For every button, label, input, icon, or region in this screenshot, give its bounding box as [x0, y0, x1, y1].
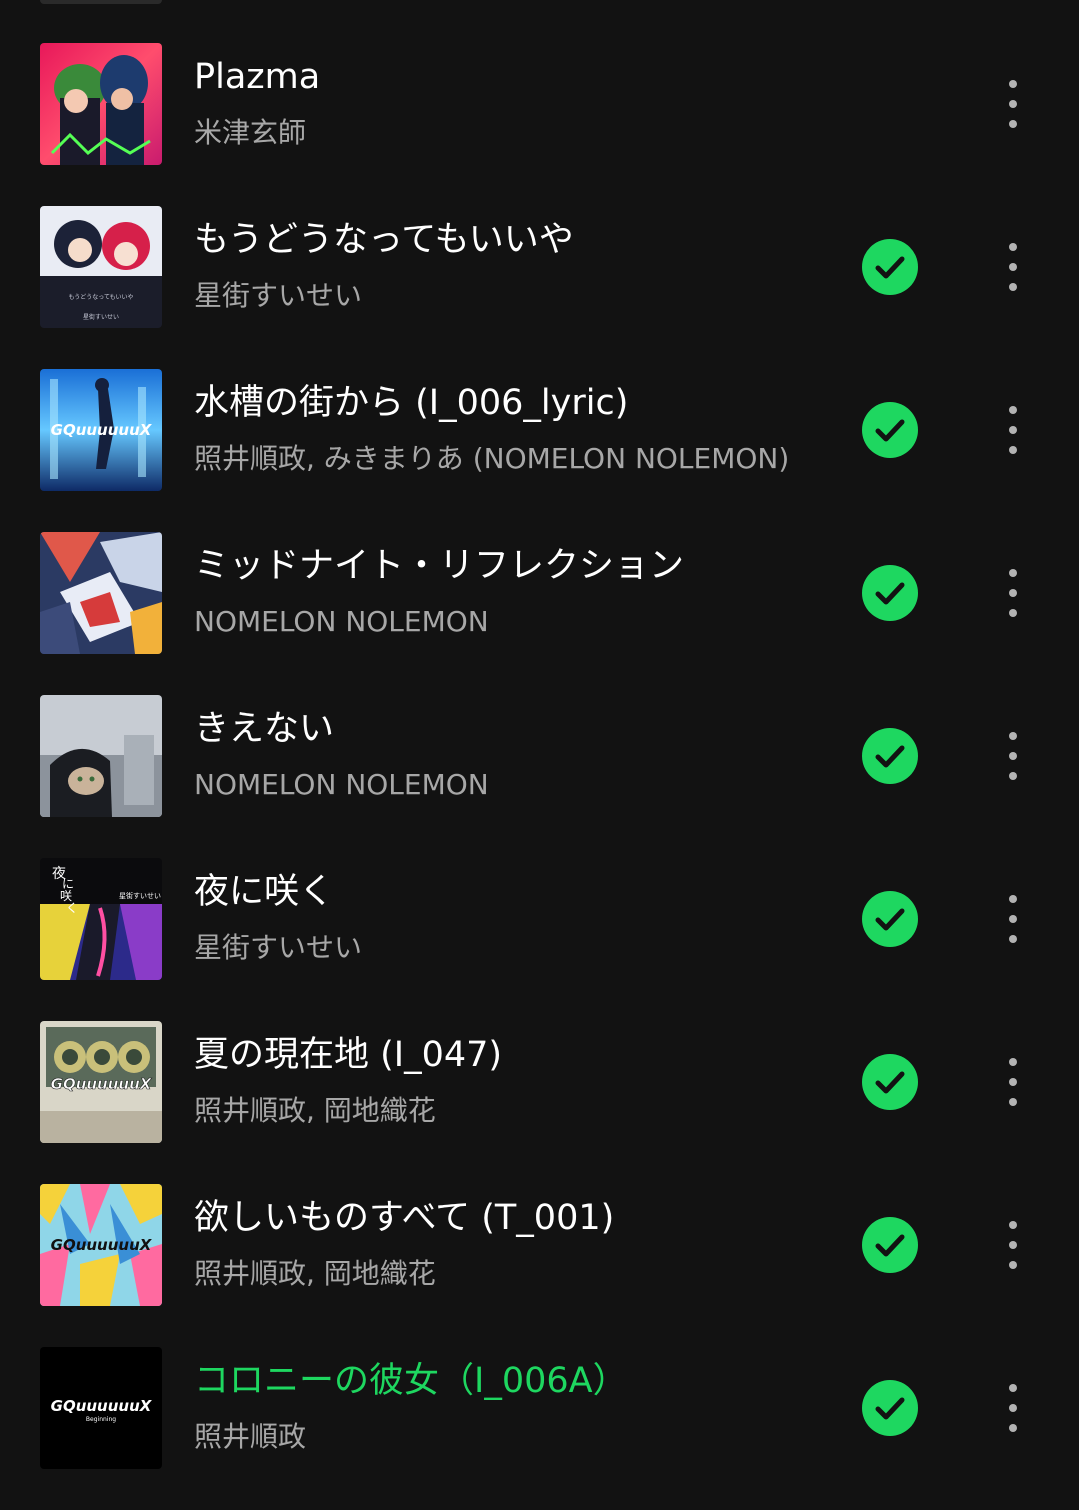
more-vertical-icon — [1009, 1221, 1017, 1229]
track-title: Plazma — [194, 57, 321, 97]
more-vertical-icon-dot — [1009, 589, 1017, 597]
album-art-moudounattemoiiya-icon: もうどうなってもいいや 星街すいせい — [40, 206, 162, 328]
more-vertical-icon-dot — [1009, 609, 1017, 617]
downloaded-icon — [862, 565, 918, 621]
track-row[interactable]: GQuuuuuuX 夏の現在地 (I_047) 照井順政, 岡地織花 — [0, 1021, 1079, 1184]
more-vertical-icon — [1009, 1384, 1017, 1392]
track-title: 夏の現在地 (I_047) — [194, 1035, 503, 1075]
downloaded-icon — [862, 239, 918, 295]
more-vertical-icon-dot — [1009, 283, 1017, 291]
album-cover: GQuuuuuuX — [40, 1184, 162, 1306]
cover-logo-text: GQuuuuuuX — [51, 1397, 153, 1415]
more-vertical-icon-dot — [1009, 772, 1017, 780]
more-options-button[interactable] — [992, 400, 1034, 460]
album-cover — [40, 43, 162, 165]
track-artist: 照井順政 — [194, 1420, 307, 1453]
track-title: ミッドナイト・リフレクション — [194, 546, 685, 586]
more-options-button[interactable] — [992, 889, 1034, 949]
more-options-button[interactable] — [992, 1378, 1034, 1438]
track-artist: 星街すいせい — [194, 279, 363, 312]
more-vertical-icon-dot — [1009, 915, 1017, 923]
album-cover: GQuuuuuuX Beginning — [40, 1347, 162, 1469]
more-options-button[interactable] — [992, 726, 1034, 786]
more-vertical-icon — [1009, 80, 1017, 88]
more-vertical-icon — [1009, 243, 1017, 251]
cover-subtitle: Beginning — [86, 1416, 116, 1423]
album-art-gquuuuuux-beginning-icon: GQuuuuuuX Beginning — [40, 1347, 162, 1469]
track-row[interactable]: 夜 に 咲 く 星街すいせい 夜に咲く 星街すいせい — [0, 858, 1079, 1021]
album-art-midnight-reflection-icon — [40, 532, 162, 654]
cover-small-artist: 星街すいせい — [83, 313, 119, 321]
downloaded-icon — [862, 728, 918, 784]
track-row[interactable]: もうどうなってもいいや 星街すいせい もうどうなってもいいや 星街すいせい — [0, 206, 1079, 369]
album-cover — [40, 695, 162, 817]
more-vertical-icon-dot — [1009, 1261, 1017, 1269]
downloaded-icon — [862, 1217, 918, 1273]
more-vertical-icon-dot — [1009, 446, 1017, 454]
album-art-yoru-ni-saku-icon: 夜 に 咲 く 星街すいせい — [40, 858, 162, 980]
album-art-gquuuuuux-icon: GQuuuuuuX — [40, 1184, 162, 1306]
album-art-gquuuuuux-icon: GQuuuuuuX — [40, 1021, 162, 1143]
cover-vertical-char: く — [66, 901, 78, 915]
cover-logo-text: GQuuuuuuX — [51, 1236, 153, 1254]
track-title: 欲しいものすべて (T_001) — [194, 1198, 615, 1238]
track-row[interactable]: GQuuuuuuX 水槽の街から (I_006_lyric) 照井順政, みきま… — [0, 369, 1079, 532]
album-art-gquuuuuux-icon: GQuuuuuuX — [40, 369, 162, 491]
album-cover: GQuuuuuuX — [40, 1021, 162, 1143]
more-vertical-icon-dot — [1009, 1424, 1017, 1432]
more-vertical-icon-dot — [1009, 1404, 1017, 1412]
more-vertical-icon — [1009, 732, 1017, 740]
more-vertical-icon — [1009, 569, 1017, 577]
track-artist: 照井順政, 岡地織花 — [194, 1257, 436, 1290]
album-art-plazma-icon — [40, 43, 162, 165]
more-vertical-icon-dot — [1009, 263, 1017, 271]
more-vertical-icon-dot — [1009, 1241, 1017, 1249]
album-art-kienai-icon — [40, 695, 162, 817]
track-title: 夜に咲く — [194, 872, 335, 912]
track-row[interactable]: ミッドナイト・リフレクション NOMELON NOLEMON — [0, 532, 1079, 695]
track-title: コロニーの彼女（I_006A） — [194, 1361, 628, 1401]
track-artist: NOMELON NOLEMON — [194, 768, 489, 801]
track-row-now-playing[interactable]: GQuuuuuuX Beginning コロニーの彼女（I_006A） 照井順政 — [0, 1347, 1079, 1510]
track-artist: 照井順政, みきまりあ (NOMELON NOLEMON) — [194, 442, 790, 475]
track-artist: 米津玄師 — [194, 116, 307, 149]
more-vertical-icon-dot — [1009, 120, 1017, 128]
track-row[interactable]: きえない NOMELON NOLEMON — [0, 695, 1079, 858]
track-row[interactable]: GQuuuuuuX 欲しいものすべて (T_001) 照井順政, 岡地織花 — [0, 1184, 1079, 1347]
more-vertical-icon — [1009, 406, 1017, 414]
more-options-button[interactable] — [992, 1215, 1034, 1275]
downloaded-icon — [862, 891, 918, 947]
album-cover — [40, 532, 162, 654]
more-options-button[interactable] — [992, 1052, 1034, 1112]
more-vertical-icon-dot — [1009, 935, 1017, 943]
more-options-button[interactable] — [992, 74, 1034, 134]
track-list: Plazma 米津玄師 もうどうなってもいいや 星街すいせい もうどうなってもい… — [0, 0, 1079, 1496]
track-artist: 星街すいせい — [194, 931, 363, 964]
more-vertical-icon-dot — [1009, 426, 1017, 434]
downloaded-icon — [862, 402, 918, 458]
more-vertical-icon-dot — [1009, 752, 1017, 760]
more-vertical-icon-dot — [1009, 100, 1017, 108]
cover-logo-text: GQuuuuuuX — [51, 421, 153, 439]
downloaded-icon — [862, 1380, 918, 1436]
track-title: きえない — [194, 709, 335, 749]
more-vertical-icon-dot — [1009, 1078, 1017, 1086]
track-title: もうどうなってもいいや — [194, 220, 574, 260]
downloaded-icon — [862, 1054, 918, 1110]
track-artist: 照井順政, 岡地織花 — [194, 1094, 436, 1127]
album-cover: 夜 に 咲 く 星街すいせい — [40, 858, 162, 980]
cover-logo-text: GQuuuuuuX — [51, 1075, 153, 1093]
track-title: 水槽の街から (I_006_lyric) — [194, 383, 629, 423]
track-row[interactable]: Plazma 米津玄師 — [0, 43, 1079, 206]
more-vertical-icon-dot — [1009, 1098, 1017, 1106]
cover-small-title: もうどうなってもいいや — [68, 293, 133, 301]
more-vertical-icon — [1009, 895, 1017, 903]
more-vertical-icon — [1009, 1058, 1017, 1066]
track-artist: NOMELON NOLEMON — [194, 605, 489, 638]
album-cover: もうどうなってもいいや 星街すいせい — [40, 206, 162, 328]
more-options-button[interactable] — [992, 563, 1034, 623]
cover-artist: 星街すいせい — [119, 891, 161, 900]
more-options-button[interactable] — [992, 237, 1034, 297]
album-cover: GQuuuuuuX — [40, 369, 162, 491]
